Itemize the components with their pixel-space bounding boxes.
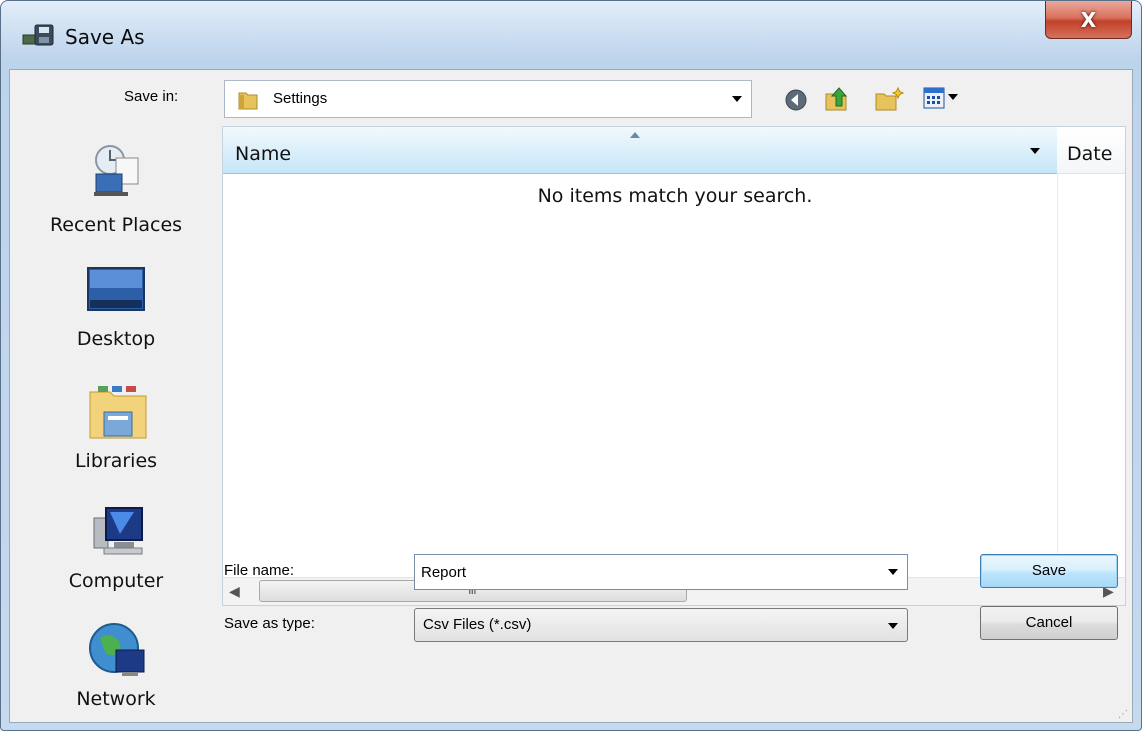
save-as-type-dropdown[interactable]: Csv Files (*.csv) — [414, 608, 908, 642]
cancel-button[interactable]: Cancel — [980, 606, 1118, 640]
sort-ascending-icon — [630, 132, 640, 138]
chevron-down-icon[interactable] — [887, 568, 899, 576]
new-folder-icon[interactable] — [874, 86, 904, 112]
save-disk-icon — [22, 24, 54, 46]
save-in-value: Settings — [273, 90, 328, 107]
views-menu-icon[interactable] — [922, 86, 962, 110]
network-icon — [89, 623, 145, 676]
place-computer[interactable]: Computer — [10, 494, 222, 614]
scroll-left-icon[interactable]: ◀ — [229, 584, 240, 600]
column-name-label: Name — [235, 143, 292, 165]
save-as-dialog: Save As X Save in: Settings Recent Place… — [0, 0, 1142, 731]
computer-icon — [93, 507, 143, 555]
place-label: Network — [76, 688, 156, 710]
save-button[interactable]: Save — [980, 554, 1118, 588]
save-as-type-value: Csv Files (*.csv) — [423, 616, 532, 633]
column-header-date[interactable]: Date — [1057, 127, 1125, 174]
window-title: Save As — [65, 25, 145, 49]
column-divider — [1057, 173, 1058, 577]
chevron-down-icon[interactable] — [731, 95, 743, 103]
file-name-combo[interactable] — [414, 554, 908, 590]
file-name-label: File name: — [224, 562, 295, 579]
place-label: Recent Places — [49, 214, 183, 236]
dialog-body: Save in: Settings Recent Places Desktop … — [9, 69, 1133, 723]
up-folder-icon[interactable] — [822, 84, 852, 114]
back-arrow-icon[interactable] — [784, 88, 808, 112]
libraries-icon — [89, 386, 147, 439]
empty-state-message: No items match your search. — [537, 185, 813, 207]
chevron-down-icon[interactable] — [1029, 147, 1041, 155]
save-in-dropdown[interactable]: Settings — [224, 80, 752, 118]
save-in-label: Save in: — [124, 88, 179, 105]
place-label: Desktop — [76, 328, 156, 350]
desktop-icon — [87, 267, 145, 311]
close-button[interactable]: X — [1045, 1, 1132, 39]
resize-grip-icon[interactable]: ⋰ — [1118, 709, 1128, 720]
save-as-type-label: Save as type: — [224, 615, 315, 632]
chevron-down-icon[interactable] — [887, 622, 899, 630]
folder-icon — [238, 92, 258, 110]
file-list[interactable]: Name Date No items match your search. ◀ … — [222, 126, 1126, 606]
place-recent-places[interactable]: Recent Places — [10, 132, 222, 252]
recent-places-icon — [94, 145, 139, 196]
place-label: Libraries — [74, 450, 158, 472]
column-header-name[interactable]: Name — [223, 127, 1058, 174]
place-network[interactable]: Network — [10, 614, 222, 722]
places-bar: Recent Places Desktop Libraries Computer… — [10, 126, 222, 722]
place-label: Computer — [68, 570, 164, 592]
place-desktop[interactable]: Desktop — [10, 252, 222, 372]
column-date-label: Date — [1067, 143, 1113, 165]
file-name-input[interactable] — [421, 561, 871, 583]
title-bar[interactable]: Save As X — [1, 1, 1141, 69]
place-libraries[interactable]: Libraries — [10, 374, 222, 494]
